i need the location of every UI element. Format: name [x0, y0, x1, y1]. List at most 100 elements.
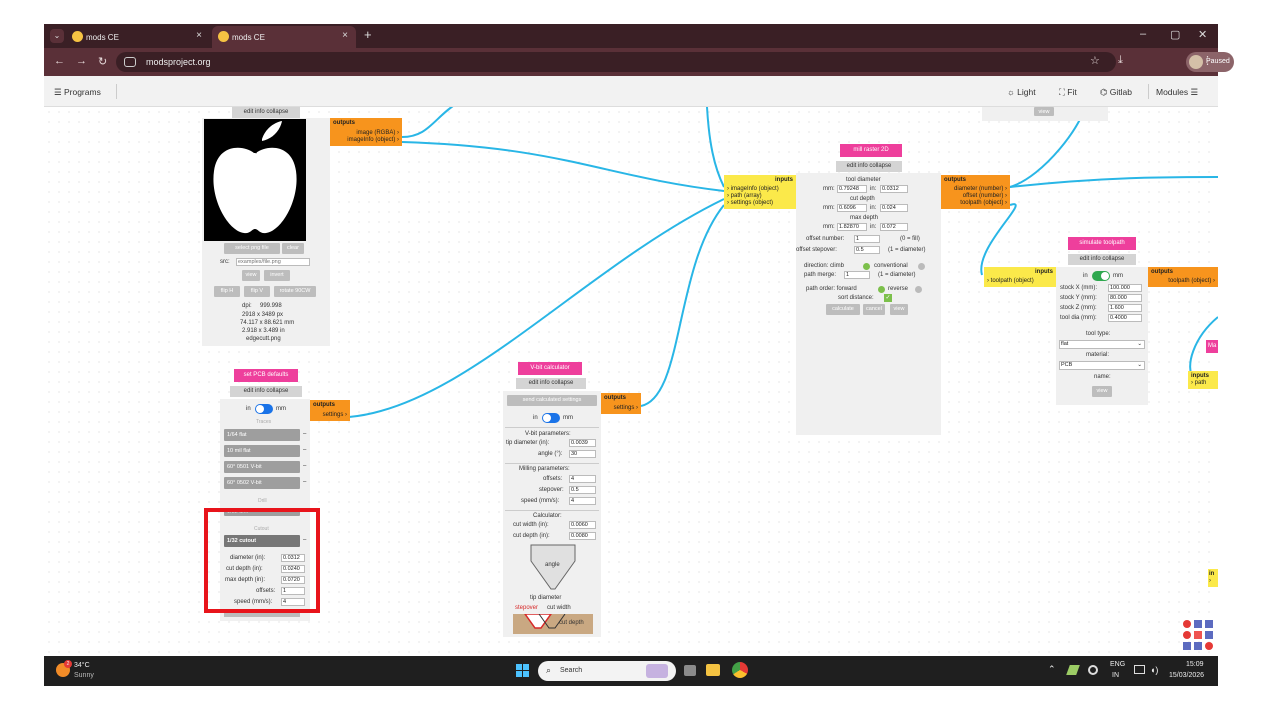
- minimize-icon[interactable]: –: [1140, 28, 1146, 40]
- close-tab-icon[interactable]: ×: [196, 30, 202, 41]
- calculate-button[interactable]: calculate: [826, 304, 860, 315]
- taskbar-search[interactable]: ⌕ Search: [538, 661, 676, 681]
- image-module-edit-info-collapse[interactable]: edit info collapse: [232, 107, 300, 118]
- close-tab-icon[interactable]: ×: [342, 30, 348, 41]
- view-button[interactable]: view: [890, 304, 908, 315]
- offsets-input[interactable]: [569, 475, 596, 483]
- tip-diameter-input[interactable]: [569, 439, 596, 447]
- output-port-settings[interactable]: settings ›: [313, 412, 347, 419]
- file-explorer-icon[interactable]: [706, 664, 720, 676]
- pcb-edit-info-collapse[interactable]: edit info collapse: [230, 386, 302, 397]
- invert-button[interactable]: invert: [264, 270, 290, 281]
- gitlab-button[interactable]: ⌬ Gitlab: [1100, 87, 1132, 98]
- material-select[interactable]: PCB ⌄: [1059, 361, 1145, 370]
- forward-icon[interactable]: →: [76, 55, 87, 67]
- stock-z-input[interactable]: [1108, 304, 1142, 312]
- restore-icon[interactable]: ▢: [1170, 28, 1180, 41]
- sort-distance-checkbox[interactable]: ✓: [884, 294, 892, 302]
- view-button[interactable]: view: [1092, 386, 1112, 397]
- output-port-diameter[interactable]: diameter (number) ›: [944, 186, 1007, 193]
- max-depth-mm-input[interactable]: [837, 223, 867, 231]
- trace-preset-60-0501[interactable]: 60° 0501 V-bit: [224, 461, 300, 473]
- browser-tab-1[interactable]: mods CE ×: [66, 26, 210, 48]
- volume-icon[interactable]: ◖): [1150, 665, 1158, 675]
- language-code[interactable]: ENG: [1110, 661, 1125, 668]
- tool-type-select[interactable]: flat ⌄: [1059, 340, 1145, 349]
- display-icon[interactable]: [1134, 665, 1145, 674]
- stock-y-input[interactable]: [1108, 294, 1142, 302]
- input-port-imageinfo[interactable]: › imageInfo (object): [727, 186, 793, 193]
- clock-time[interactable]: 15:09: [1186, 661, 1204, 668]
- conventional-radio[interactable]: [918, 263, 925, 270]
- trace-preset-1-64-flat[interactable]: 1/64 flat: [224, 429, 300, 441]
- stock-x-input[interactable]: [1108, 284, 1142, 292]
- new-tab-button[interactable]: +: [364, 27, 372, 42]
- bookmark-star-icon[interactable]: ☆: [1090, 54, 1100, 67]
- browser-menu-icon[interactable]: ⋮: [1202, 54, 1213, 67]
- speed-input[interactable]: [569, 497, 596, 505]
- offset-number-input[interactable]: [854, 235, 880, 243]
- reverse-radio[interactable]: [915, 286, 922, 293]
- max-depth-in-input[interactable]: [880, 223, 908, 231]
- output-port-imageinfo[interactable]: imageInfo (object) ›: [333, 137, 399, 144]
- forward-radio[interactable]: [878, 286, 885, 293]
- browser-tab-2[interactable]: mods CE ×: [212, 26, 356, 48]
- stepover-input[interactable]: [569, 486, 596, 494]
- vbit-edit-info-collapse[interactable]: edit info collapse: [516, 378, 586, 389]
- rotate-90cw-button[interactable]: rotate 90CW: [274, 286, 316, 297]
- task-view-icon[interactable]: [684, 665, 696, 676]
- path-merge-input[interactable]: [844, 271, 870, 279]
- unit-toggle[interactable]: [255, 404, 273, 414]
- offset-stepover-input[interactable]: [854, 246, 880, 254]
- download-icon[interactable]: ⤓: [1118, 54, 1123, 67]
- cancel-button[interactable]: cancel: [863, 304, 885, 315]
- unit-toggle[interactable]: [1092, 271, 1110, 281]
- input-port[interactable]: ›: [1209, 578, 1217, 585]
- clear-button[interactable]: clear: [282, 243, 304, 254]
- url-input[interactable]: modsproject.org: [116, 52, 1116, 72]
- simulate-toolpath-title[interactable]: simulate toolpath: [1068, 237, 1136, 250]
- cut-depth-in-input[interactable]: [880, 204, 908, 212]
- chrome-icon[interactable]: [732, 662, 748, 678]
- climb-radio[interactable]: [863, 263, 870, 270]
- mods-app-grid-icon[interactable]: [1182, 619, 1216, 651]
- tray-overflow-icon[interactable]: ⌃: [1048, 664, 1056, 675]
- trace-preset-60-0502[interactable]: 60° 0502 V-bit: [224, 477, 300, 489]
- tab-search-button[interactable]: ⌄: [50, 29, 64, 43]
- src-input[interactable]: [236, 258, 310, 266]
- light-theme-button[interactable]: ☼ Light: [1007, 87, 1036, 97]
- fit-button[interactable]: ⛶ Fit: [1059, 87, 1077, 98]
- sim-edit-info-collapse[interactable]: edit info collapse: [1068, 254, 1136, 265]
- input-port-path[interactable]: › path: [1191, 380, 1215, 387]
- windows-start-icon[interactable]: [516, 664, 530, 678]
- select-png-button[interactable]: select png file: [224, 243, 280, 254]
- input-port-path[interactable]: › path (array): [727, 193, 793, 200]
- reload-icon[interactable]: ↻: [98, 55, 107, 68]
- close-window-icon[interactable]: ✕: [1198, 28, 1207, 41]
- view-button[interactable]: view: [242, 270, 260, 281]
- tool-diameter-in-input[interactable]: [880, 185, 908, 193]
- program-canvas[interactable]: view edit info collapse select png file …: [44, 107, 1218, 656]
- output-port-offset[interactable]: offset (number) ›: [944, 193, 1007, 200]
- output-port-toolpath[interactable]: toolpath (object) ›: [1151, 278, 1215, 285]
- flip-h-button[interactable]: flip H: [214, 286, 240, 297]
- mill-raster-2d-title[interactable]: mill raster 2D: [840, 144, 902, 157]
- angle-input[interactable]: [569, 450, 596, 458]
- offscreen-module-title[interactable]: Ma: [1206, 340, 1218, 353]
- weather-temp[interactable]: 34°C: [74, 662, 90, 669]
- tool-diameter-mm-input[interactable]: [837, 185, 867, 193]
- flip-v-button[interactable]: flip V: [244, 286, 270, 297]
- input-port-toolpath[interactable]: › toolpath (object): [987, 278, 1053, 285]
- output-port-settings[interactable]: settings ›: [604, 405, 638, 412]
- programs-menu-button[interactable]: ☰ Programs: [54, 87, 101, 98]
- output-port-toolpath[interactable]: toolpath (object) ›: [944, 200, 1007, 207]
- input-port-settings[interactable]: › settings (object): [727, 200, 793, 207]
- sync-icon[interactable]: [1088, 665, 1098, 675]
- view-button[interactable]: view: [1034, 107, 1054, 116]
- output-port-image[interactable]: image (RGBA) ›: [333, 130, 399, 137]
- vbit-calculator-title[interactable]: V-bit calculator: [518, 362, 582, 375]
- pen-icon[interactable]: [1066, 665, 1080, 675]
- trace-preset-10-mil-flat[interactable]: 10 mil flat: [224, 445, 300, 457]
- tool-dia-input[interactable]: [1108, 314, 1142, 322]
- modules-menu-button[interactable]: Modules ☰: [1156, 87, 1198, 98]
